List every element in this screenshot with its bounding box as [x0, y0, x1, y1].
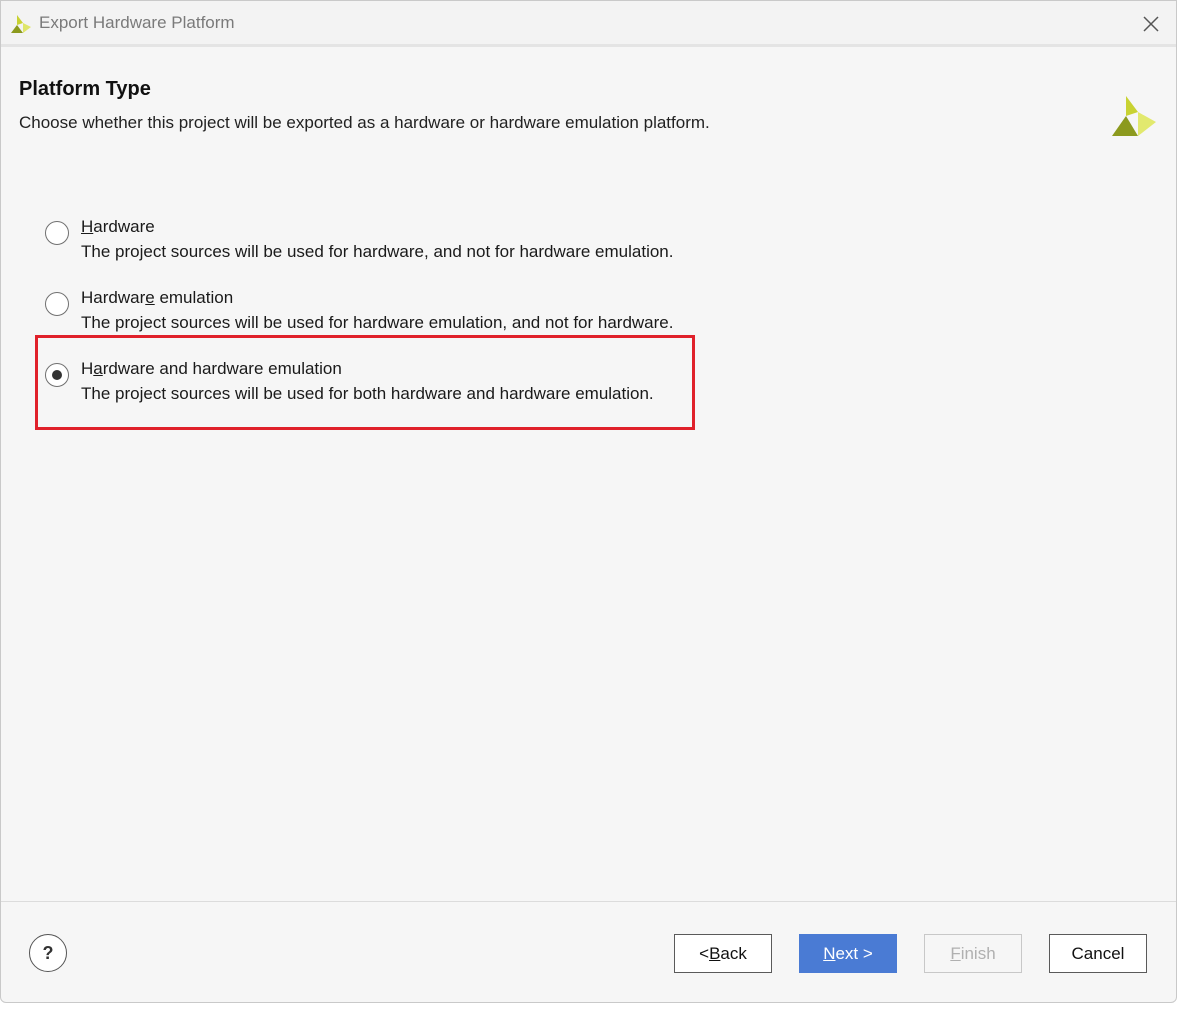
title-bar[interactable]: Export Hardware Platform [1, 1, 1176, 47]
option-hardware-description: The project sources will be used for har… [81, 242, 674, 261]
export-hardware-platform-dialog: Export Hardware Platform Platform Type C… [0, 0, 1177, 1003]
finish-button[interactable]: Finish [924, 934, 1022, 973]
page-title: Platform Type [19, 78, 151, 100]
vivado-logo-icon [11, 15, 31, 33]
footer-divider [1, 901, 1176, 902]
option-hardware-emulation[interactable]: Hardware emulation The project sources w… [45, 288, 745, 344]
radio-hardware-emulation[interactable] [45, 292, 69, 316]
radio-hardware-and-emulation[interactable] [45, 363, 69, 387]
option-hardware[interactable]: Hardware The project sources will be use… [45, 217, 745, 273]
option-hardware-and-emulation[interactable]: Hardware and hardware emulation The proj… [45, 359, 745, 415]
option-hardware-label: Hardware [81, 217, 155, 236]
background-strip [0, 1003, 1177, 1009]
vivado-brand-logo-icon [1112, 96, 1156, 136]
page-subtitle: Choose whether this project will be expo… [19, 113, 710, 132]
option-hardware-emulation-label: Hardware emulation [81, 288, 234, 307]
help-button[interactable]: ? [29, 934, 67, 972]
radio-selected-dot [52, 370, 62, 380]
option-hardware-and-emulation-description: The project sources will be used for bot… [81, 384, 654, 403]
close-button[interactable] [1140, 13, 1162, 35]
radio-hardware[interactable] [45, 221, 69, 245]
option-hardware-emulation-description: The project sources will be used for har… [81, 313, 674, 332]
window-title: Export Hardware Platform [39, 13, 235, 32]
cancel-button[interactable]: Cancel [1049, 934, 1147, 973]
back-button[interactable]: < Back [674, 934, 772, 973]
next-button[interactable]: Next > [799, 934, 897, 973]
close-icon [1143, 16, 1159, 32]
option-hardware-and-emulation-label: Hardware and hardware emulation [81, 359, 342, 378]
